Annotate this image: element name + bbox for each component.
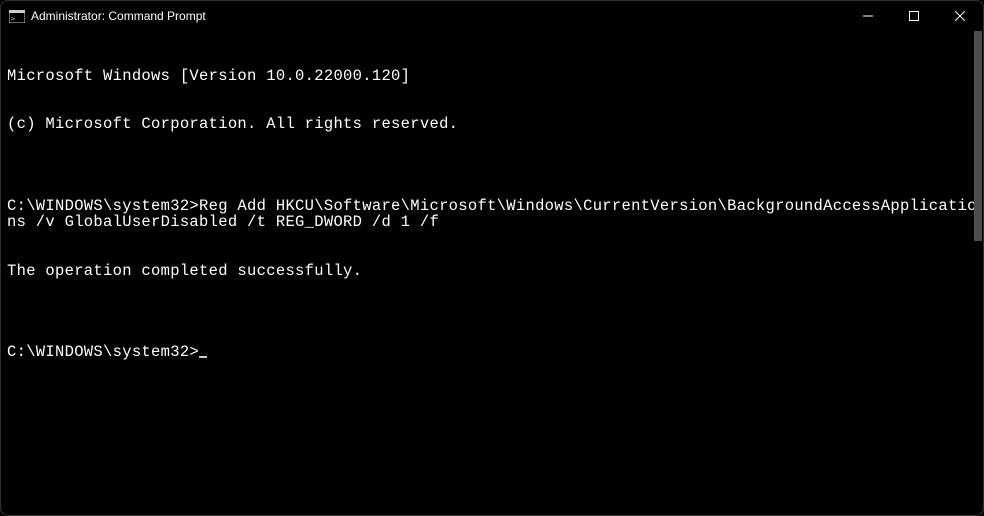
maximize-button[interactable] <box>891 1 937 31</box>
command-prompt-window: >_ Administrator: Command Prompt <box>0 0 984 516</box>
command-line-1: C:\WINDOWS\system32>Reg Add HKCU\Softwar… <box>7 198 977 231</box>
svg-text:>_: >_ <box>11 15 20 23</box>
window-controls <box>845 1 983 31</box>
prompt-line-2: C:\WINDOWS\system32> <box>7 344 977 360</box>
close-button[interactable] <box>937 1 983 31</box>
titlebar[interactable]: >_ Administrator: Command Prompt <box>1 1 983 31</box>
minimize-button[interactable] <box>845 1 891 31</box>
cmd-icon: >_ <box>9 9 25 23</box>
terminal-area[interactable]: Microsoft Windows [Version 10.0.22000.12… <box>1 31 983 515</box>
version-line: Microsoft Windows [Version 10.0.22000.12… <box>7 68 977 84</box>
cursor <box>199 356 207 358</box>
result-line: The operation completed successfully. <box>7 263 977 279</box>
copyright-line: (c) Microsoft Corporation. All rights re… <box>7 116 977 132</box>
window-title: Administrator: Command Prompt <box>31 9 845 23</box>
scrollbar[interactable] <box>974 31 982 241</box>
prompt-2: C:\WINDOWS\system32> <box>7 343 199 361</box>
